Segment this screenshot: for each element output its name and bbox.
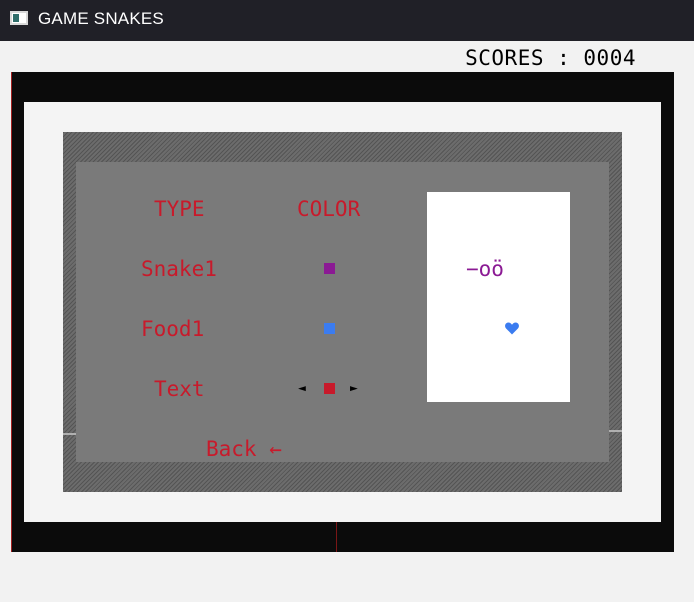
heart-icon <box>505 322 519 335</box>
board-edge <box>11 72 12 552</box>
window-title: GAME SNAKES <box>38 9 164 28</box>
food1-type-option[interactable]: Food1 <box>141 317 204 341</box>
score-display: SCORES : 0004 <box>465 46 636 70</box>
color-next-arrow-icon[interactable]: ► <box>350 382 358 396</box>
snake1-color-swatch[interactable] <box>324 263 335 274</box>
back-button[interactable]: Back ← <box>206 437 282 461</box>
text-color-swatch[interactable] <box>324 383 335 394</box>
food1-color-swatch[interactable] <box>324 323 335 334</box>
app-icon <box>10 11 28 25</box>
board-seam <box>336 522 337 552</box>
frame-divider-right <box>609 430 622 432</box>
color-prev-arrow-icon[interactable]: ◄ <box>298 382 306 396</box>
snake1-type-option[interactable]: Snake1 <box>141 257 217 281</box>
frame-divider-left <box>63 433 76 435</box>
text-type-option[interactable]: Text <box>154 377 205 401</box>
color-column-header: COLOR <box>297 197 361 221</box>
snake-preview: −oö <box>466 257 504 281</box>
window-titlebar: GAME SNAKES <box>0 0 694 41</box>
type-column-header: TYPE <box>154 197 205 221</box>
preview-box <box>427 192 570 402</box>
